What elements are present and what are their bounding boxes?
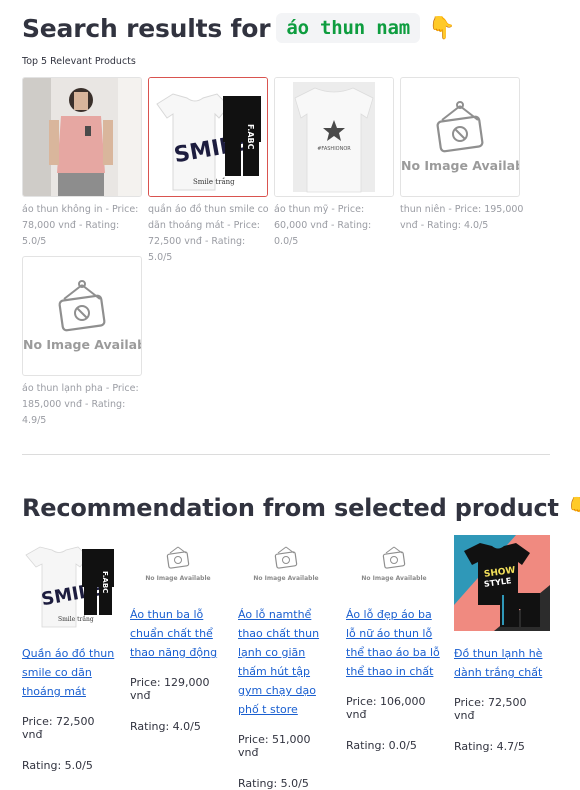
recommendation-rating: Rating: 5.0/5 — [22, 759, 93, 772]
product-card[interactable]: #FASHIONOR áo thun mỹ - Price: 60,000 vn… — [274, 77, 394, 250]
recommendation-price: Price: 129,000 vnđ — [130, 676, 210, 702]
recommendation-item: No Image Available Áo thun ba lỗ chuẩn c… — [130, 535, 226, 733]
recommendation-rating: Rating: 4.0/5 — [130, 720, 201, 733]
product-image-placeholder[interactable]: No Image Available — [22, 256, 142, 376]
recommendation-item: SHOW STYLE Đồ thun lạnh hè dành trắng ch… — [454, 535, 550, 753]
no-image-icon — [436, 101, 484, 153]
recommendation-link[interactable]: Áo thun ba lỗ chuẩn chất thể thao năng đ… — [130, 605, 226, 662]
search-query-code: áo thun nam — [276, 13, 420, 43]
recommendation-rating: Rating: 4.7/5 — [454, 740, 525, 753]
recommendation-item: No Image Available Áo lỗ namthể thao chấ… — [238, 535, 334, 790]
no-image-icon — [166, 546, 190, 569]
recommendation-title: Recommendation from selected product — [22, 494, 559, 522]
heading-prefix: Search results for — [22, 13, 271, 43]
recommendation-image-placeholder[interactable]: No Image Available — [130, 535, 226, 599]
no-image-icon — [274, 546, 298, 569]
no-image-text: No Image Available — [145, 575, 211, 582]
no-image-icon — [58, 280, 106, 332]
pointing-down-icon: 👇 — [427, 15, 456, 41]
no-image-text: No Image Available — [253, 575, 319, 582]
product-card[interactable]: áo thun không in - Price: 78,000 vnđ - R… — [22, 77, 142, 250]
no-image-text: No Image Available — [23, 337, 141, 352]
product-card[interactable]: No Image Available thun niên - Price: 19… — [400, 77, 523, 234]
product-caption: áo thun lạnh pha - Price: 185,000 vnđ - … — [22, 383, 139, 426]
pointing-down-icon: 👇 — [566, 495, 580, 520]
product-caption: quần áo đồ thun smile co dãn thoáng mát … — [148, 204, 269, 263]
recommendation-link[interactable]: Áo lỗ namthể thao chất thun lạnh co giãn… — [238, 605, 334, 719]
product-card-selected[interactable]: SMILE Smile trắng F.ABC quần áo đồ thun … — [148, 77, 269, 266]
no-image-icon — [382, 546, 406, 569]
product-caption: áo thun không in - Price: 78,000 vnđ - R… — [22, 204, 139, 247]
recommendation-image-placeholder[interactable]: No Image Available — [346, 535, 442, 599]
recommendation-image[interactable]: SMILE Smile trắng F.ABC — [22, 535, 118, 631]
svg-text:Smile trắng: Smile trắng — [193, 177, 235, 186]
recommendation-link[interactable]: Áo lỗ đẹp áo ba lỗ nữ áo thun lỗ thể tha… — [346, 605, 442, 681]
product-card[interactable]: No Image Available áo thun lạnh pha - Pr… — [22, 256, 142, 429]
recommendation-rating: Rating: 0.0/5 — [346, 739, 417, 752]
recommendation-heading: Recommendation from selected product 👇 — [22, 490, 580, 526]
no-image-text: No Image Available — [361, 575, 427, 582]
recommendation-link[interactable]: Quần áo đồ thun smile co dãn thoáng mát — [22, 644, 118, 701]
recommendation-image[interactable]: SHOW STYLE — [454, 535, 550, 631]
search-results-heading: Search results for áo thun nam 👇 — [22, 8, 455, 48]
no-image-text: No Image Available — [401, 158, 519, 173]
top-products-subtitle: Top 5 Relevant Products — [22, 56, 136, 67]
svg-text:F.ABC: F.ABC — [246, 124, 255, 150]
recommendation-item: SMILE Smile trắng F.ABC Quần áo đồ thun … — [22, 535, 118, 772]
recommendation-rating: Rating: 5.0/5 — [238, 777, 309, 790]
svg-text:#FASHIONOR: #FASHIONOR — [317, 146, 351, 152]
section-divider — [22, 454, 550, 455]
product-caption: áo thun mỹ - Price: 60,000 vnđ - Rating:… — [274, 204, 372, 247]
svg-text:F.ABC: F.ABC — [101, 571, 109, 593]
product-caption: thun niên - Price: 195,000 vnđ - Rating:… — [400, 204, 524, 231]
svg-text:Smile trắng: Smile trắng — [58, 616, 94, 623]
recommendation-price: Price: 72,500 vnđ — [22, 715, 95, 741]
recommendation-link[interactable]: Đồ thun lạnh hè dành trắng chất — [454, 644, 550, 682]
recommendation-item: No Image Available Áo lỗ đẹp áo ba lỗ nữ… — [346, 535, 442, 752]
recommendation-price: Price: 51,000 vnđ — [238, 733, 311, 759]
recommendation-price: Price: 72,500 vnđ — [454, 696, 527, 722]
product-image-placeholder[interactable]: No Image Available — [400, 77, 520, 197]
product-image[interactable] — [22, 77, 142, 197]
recommendation-image-placeholder[interactable]: No Image Available — [238, 535, 334, 599]
product-image[interactable]: SMILE Smile trắng F.ABC — [148, 77, 268, 197]
product-image[interactable]: #FASHIONOR — [274, 77, 394, 197]
recommendation-price: Price: 106,000 vnđ — [346, 695, 426, 721]
